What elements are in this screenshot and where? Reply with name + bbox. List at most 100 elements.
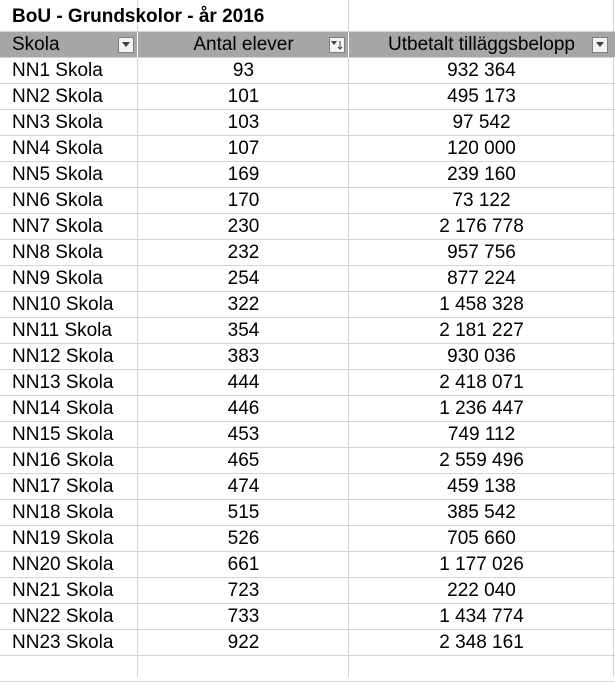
cell-skola[interactable]: NN11 Skola bbox=[12, 318, 137, 344]
cell-utbetalt-belopp[interactable]: 495 173 bbox=[349, 84, 614, 110]
table-row: NN10 Skola 322 1 458 328 bbox=[0, 292, 615, 318]
cell-utbetalt-belopp[interactable]: 73 122 bbox=[349, 188, 614, 214]
header-utbetalt-tillaggsbelopp[interactable]: Utbetalt tilläggsbelopp bbox=[349, 32, 614, 58]
table-row: NN21 Skola 723 222 040 bbox=[0, 578, 615, 604]
cell-utbetalt-belopp[interactable]: 97 542 bbox=[349, 110, 614, 136]
cell-skola[interactable]: NN18 Skola bbox=[12, 500, 137, 526]
table-row: NN13 Skola 444 2 418 071 bbox=[0, 370, 615, 396]
cell-utbetalt-belopp[interactable]: 705 660 bbox=[349, 526, 614, 552]
cell-utbetalt-belopp[interactable]: 877 224 bbox=[349, 266, 614, 292]
table-row: NN2 Skola 101 495 173 bbox=[0, 84, 615, 110]
table-row: NN16 Skola 465 2 559 496 bbox=[0, 448, 615, 474]
cell-antal-elever[interactable]: 453 bbox=[138, 422, 349, 448]
cell-antal-elever[interactable]: 230 bbox=[138, 214, 349, 240]
cell-skola[interactable]: NN13 Skola bbox=[12, 370, 137, 396]
table-row: NN17 Skola 474 459 138 bbox=[0, 474, 615, 500]
cell-skola[interactable]: NN17 Skola bbox=[12, 474, 137, 500]
table-row: NN1 Skola 93 932 364 bbox=[0, 58, 615, 84]
empty-row[interactable] bbox=[0, 656, 615, 682]
cell-utbetalt-belopp[interactable]: 932 364 bbox=[349, 58, 614, 84]
table-row: NN11 Skola 354 2 181 227 bbox=[0, 318, 615, 344]
filter-dropdown-icon[interactable] bbox=[118, 37, 134, 53]
cell-skola[interactable]: NN8 Skola bbox=[12, 240, 137, 266]
cell-skola[interactable]: NN7 Skola bbox=[12, 214, 137, 240]
table-row: NN3 Skola 103 97 542 bbox=[0, 110, 615, 136]
table-row: NN6 Skola 170 73 122 bbox=[0, 188, 615, 214]
cell-antal-elever[interactable]: 169 bbox=[138, 162, 349, 188]
cell-skola[interactable]: NN12 Skola bbox=[12, 344, 137, 370]
table-row: NN15 Skola 453 749 112 bbox=[0, 422, 615, 448]
cell-antal-elever[interactable]: 322 bbox=[138, 292, 349, 318]
table-row: NN4 Skola 107 120 000 bbox=[0, 136, 615, 162]
cell-utbetalt-belopp[interactable]: 1 177 026 bbox=[349, 552, 614, 578]
sorted-ascending-filter-icon[interactable] bbox=[329, 37, 345, 53]
cell-antal-elever[interactable]: 254 bbox=[138, 266, 349, 292]
cell-utbetalt-belopp[interactable]: 385 542 bbox=[349, 500, 614, 526]
cell-antal-elever[interactable]: 446 bbox=[138, 396, 349, 422]
cell-utbetalt-belopp[interactable]: 930 036 bbox=[349, 344, 614, 370]
cell-antal-elever[interactable]: 93 bbox=[138, 58, 349, 84]
cell-utbetalt-belopp[interactable]: 2 559 496 bbox=[349, 448, 614, 474]
cell-utbetalt-belopp[interactable]: 239 160 bbox=[349, 162, 614, 188]
cell-utbetalt-belopp[interactable]: 120 000 bbox=[349, 136, 614, 162]
table-row: NN23 Skola 922 2 348 161 bbox=[0, 630, 615, 656]
cell-antal-elever[interactable]: 733 bbox=[138, 604, 349, 630]
cell-skola[interactable]: NN19 Skola bbox=[12, 526, 137, 552]
cell-skola[interactable]: NN23 Skola bbox=[12, 630, 137, 656]
cell-antal-elever[interactable]: 107 bbox=[138, 136, 349, 162]
cell-antal-elever[interactable]: 232 bbox=[138, 240, 349, 266]
cell-skola[interactable]: NN5 Skola bbox=[12, 162, 137, 188]
cell-antal-elever[interactable]: 465 bbox=[138, 448, 349, 474]
cell-utbetalt-belopp[interactable]: 957 756 bbox=[349, 240, 614, 266]
table-row: NN5 Skola 169 239 160 bbox=[0, 162, 615, 188]
cell-utbetalt-belopp[interactable]: 222 040 bbox=[349, 578, 614, 604]
cell-skola[interactable]: NN2 Skola bbox=[12, 84, 137, 110]
cell-utbetalt-belopp[interactable]: 2 348 161 bbox=[349, 630, 614, 656]
sheet-title[interactable]: BoU - Grundskolor - år 2016 bbox=[12, 0, 412, 32]
cell-utbetalt-belopp[interactable]: 749 112 bbox=[349, 422, 614, 448]
header-antal-elever[interactable]: Antal elever bbox=[138, 32, 349, 58]
cell-utbetalt-belopp[interactable]: 459 138 bbox=[349, 474, 614, 500]
cell-antal-elever[interactable]: 170 bbox=[138, 188, 349, 214]
cell-skola[interactable]: NN10 Skola bbox=[12, 292, 137, 318]
cell-skola[interactable]: NN20 Skola bbox=[12, 552, 137, 578]
cell-skola[interactable]: NN16 Skola bbox=[12, 448, 137, 474]
table-row: NN19 Skola 526 705 660 bbox=[0, 526, 615, 552]
cell-antal-elever[interactable]: 515 bbox=[138, 500, 349, 526]
cell-antal-elever[interactable]: 922 bbox=[138, 630, 349, 656]
cell-utbetalt-belopp[interactable]: 1 434 774 bbox=[349, 604, 614, 630]
cell-utbetalt-belopp[interactable]: 1 236 447 bbox=[349, 396, 614, 422]
cell-antal-elever[interactable]: 474 bbox=[138, 474, 349, 500]
table-header-row: Skola Antal elever Utbetalt tilläggsbelo… bbox=[0, 32, 615, 58]
cell-skola[interactable]: NN22 Skola bbox=[12, 604, 137, 630]
cell-antal-elever[interactable]: 354 bbox=[138, 318, 349, 344]
cell-utbetalt-belopp[interactable]: 2 176 778 bbox=[349, 214, 614, 240]
table-row: NN12 Skola 383 930 036 bbox=[0, 344, 615, 370]
cell-skola[interactable]: NN4 Skola bbox=[12, 136, 137, 162]
cell-utbetalt-belopp[interactable]: 1 458 328 bbox=[349, 292, 614, 318]
table-row: NN22 Skola 733 1 434 774 bbox=[0, 604, 615, 630]
cell-skola[interactable]: NN21 Skola bbox=[12, 578, 137, 604]
cell-skola[interactable]: NN3 Skola bbox=[12, 110, 137, 136]
cell-skola[interactable]: NN6 Skola bbox=[12, 188, 137, 214]
cell-utbetalt-belopp[interactable]: 2 181 227 bbox=[349, 318, 614, 344]
cell-skola[interactable]: NN14 Skola bbox=[12, 396, 137, 422]
cell-antal-elever[interactable]: 103 bbox=[138, 110, 349, 136]
cell-utbetalt-belopp[interactable]: 2 418 071 bbox=[349, 370, 614, 396]
table-row: NN9 Skola 254 877 224 bbox=[0, 266, 615, 292]
filter-dropdown-icon[interactable] bbox=[592, 37, 608, 53]
cell-skola[interactable]: NN1 Skola bbox=[12, 58, 137, 84]
cell-antal-elever[interactable]: 723 bbox=[138, 578, 349, 604]
title-row: BoU - Grundskolor - år 2016 bbox=[0, 0, 615, 32]
cell-skola[interactable]: NN15 Skola bbox=[12, 422, 137, 448]
cell-antal-elever[interactable]: 526 bbox=[138, 526, 349, 552]
spreadsheet-grid: BoU - Grundskolor - år 2016 Skola Antal … bbox=[0, 0, 615, 682]
cell-antal-elever[interactable]: 444 bbox=[138, 370, 349, 396]
cell-antal-elever[interactable]: 661 bbox=[138, 552, 349, 578]
table-row: NN14 Skola 446 1 236 447 bbox=[0, 396, 615, 422]
table-row: NN20 Skola 661 1 177 026 bbox=[0, 552, 615, 578]
cell-antal-elever[interactable]: 383 bbox=[138, 344, 349, 370]
cell-skola[interactable]: NN9 Skola bbox=[12, 266, 137, 292]
cell-antal-elever[interactable]: 101 bbox=[138, 84, 349, 110]
table-row: NN18 Skola 515 385 542 bbox=[0, 500, 615, 526]
